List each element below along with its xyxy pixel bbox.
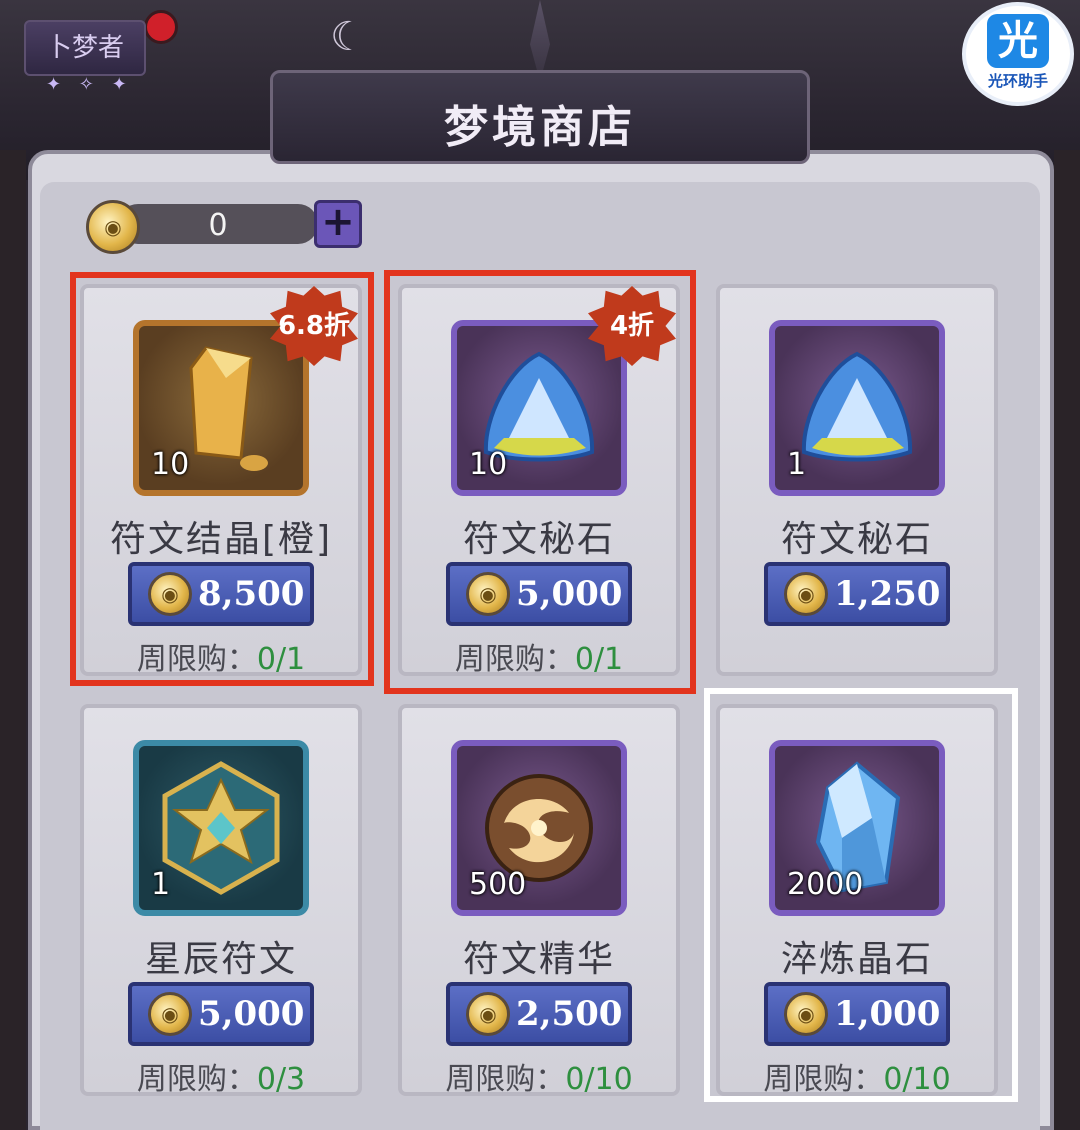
highlight-box-red xyxy=(70,272,374,686)
coin-icon: ◉ xyxy=(86,200,140,254)
helper-logo[interactable]: 光 光环助手 xyxy=(962,2,1074,106)
right-frame xyxy=(1054,150,1080,1130)
shop-item-card[interactable]: 500 符文精华 ◉ 2,500 周限购：0/10 xyxy=(398,704,680,1098)
item-price: 1,250 xyxy=(834,574,941,614)
rune-stone-art xyxy=(801,351,913,462)
role-badge[interactable]: 卜梦者 xyxy=(24,20,146,76)
title-plaque: 梦境商店 xyxy=(270,70,810,164)
rune-essence-icon: 500 xyxy=(451,740,627,916)
star-rune-art xyxy=(162,761,280,895)
shop-item-card[interactable]: 1 星辰符文 ◉ 5,000 周限购：0/3 xyxy=(80,704,362,1098)
left-frame xyxy=(0,150,26,1130)
weekly-limit: 周限购：0/10 xyxy=(402,1054,676,1098)
buy-button[interactable]: ◉ 2,500 xyxy=(446,982,632,1046)
item-price: 5,000 xyxy=(198,994,305,1034)
currency-amount: 0 xyxy=(208,208,228,243)
coin-icon: ◉ xyxy=(148,992,192,1036)
moon-icon: ☾ xyxy=(330,14,366,60)
rune-stone-icon: 1 xyxy=(769,320,945,496)
weekly-limit-count: 0/10 xyxy=(565,1062,633,1097)
item-quantity: 1 xyxy=(787,447,807,482)
helper-logo-label: 光环助手 xyxy=(987,72,1048,90)
star-rune-icon: 1 xyxy=(133,740,309,916)
weekly-limit-label: 周限购： xyxy=(445,1062,566,1097)
item-name: 符文秘石 xyxy=(780,519,933,560)
notification-dot xyxy=(144,10,178,44)
item-quantity: 1 xyxy=(151,867,171,902)
item-quantity: 500 xyxy=(469,867,527,902)
sparkle-icon: ✦ ✧ ✦ xyxy=(46,74,133,95)
coin-icon: ◉ xyxy=(466,992,510,1036)
highlight-box-red xyxy=(384,270,696,694)
item-name: 符文精华 xyxy=(462,939,615,980)
item-price: 2,500 xyxy=(516,994,623,1034)
weekly-limit-count: 0/3 xyxy=(256,1062,306,1097)
item-name: 星辰符文 xyxy=(144,939,297,980)
weekly-limit: 周限购：0/3 xyxy=(84,1054,358,1098)
add-currency-button[interactable]: + xyxy=(314,200,362,248)
page-title: 梦境商店 xyxy=(444,102,636,153)
helper-logo-icon: 光 xyxy=(987,14,1049,68)
shop-item-card[interactable]: 1 符文秘石 ◉ 1,250 xyxy=(716,284,998,676)
coin-icon: ◉ xyxy=(784,572,828,616)
buy-button[interactable]: ◉ 1,250 xyxy=(764,562,950,626)
weekly-limit-label: 周限购： xyxy=(136,1062,257,1097)
buy-button[interactable]: ◉ 5,000 xyxy=(128,982,314,1046)
highlight-box-white xyxy=(704,688,1018,1102)
currency-bar: 0 xyxy=(118,204,318,244)
